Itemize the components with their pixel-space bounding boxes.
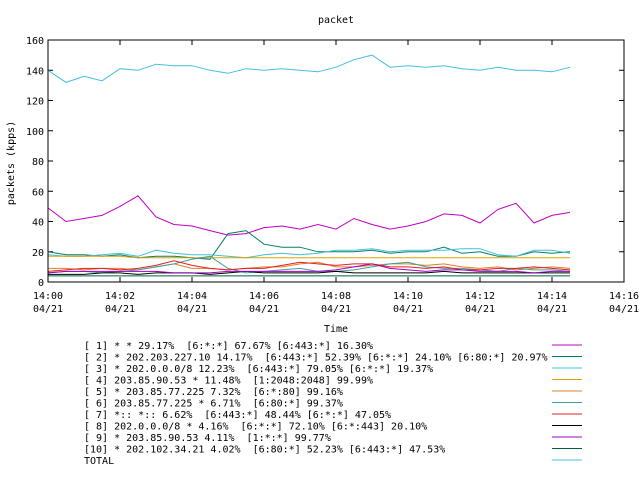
x-tick-time-label: 14:02 bbox=[105, 291, 135, 302]
legend-entry-label: [ 2] * 202.203.227.10 14.17% [6:443:*] 5… bbox=[84, 353, 548, 364]
x-tick-date-label: 04/21 bbox=[33, 304, 63, 315]
x-tick-time-label: 14:12 bbox=[465, 291, 495, 302]
y-tick-label: 100 bbox=[26, 127, 44, 138]
y-tick-label: 20 bbox=[32, 248, 44, 259]
series-line bbox=[47, 255, 571, 274]
series-line bbox=[47, 54, 571, 83]
x-tick-date-label: 04/21 bbox=[321, 304, 351, 315]
series-line bbox=[47, 263, 570, 274]
y-tick-label: 80 bbox=[32, 157, 44, 168]
legend-entry-label: [10] * 202.102.34.21 4.02% [6:80:*] 52.2… bbox=[84, 445, 445, 456]
legend: [ 1] * * 29.17% [6:*:*] 67.67% [6:443:*]… bbox=[84, 341, 582, 467]
x-tick-date-label: 04/21 bbox=[609, 304, 639, 315]
x-tick-time-label: 14:00 bbox=[33, 291, 63, 302]
x-tick-date-label: 04/21 bbox=[537, 304, 567, 315]
legend-entry-label: [ 4] 203.85.90.53 * 11.48% [1:2048:2048]… bbox=[84, 376, 373, 387]
x-tick-date-label: 04/21 bbox=[249, 304, 279, 315]
x-tick-time-label: 14:10 bbox=[393, 291, 423, 302]
legend-entry-label: [ 6] 203.85.77.225 * 6.71% [6:80:*] 99.3… bbox=[84, 399, 343, 410]
packet-chart: packet packets (kpps) Time 0 20 40 60 80 100 1… bbox=[6, 15, 639, 467]
plot-border bbox=[47, 39, 625, 283]
x-tick-labels: 14:00 04/21 14:02 04/21 14:04 04/21 14:06 04/21… bbox=[33, 291, 639, 315]
x-axis-label: Time bbox=[324, 324, 348, 335]
x-tick-time-label: 14:04 bbox=[177, 291, 207, 302]
y-tick-label: 120 bbox=[26, 97, 44, 108]
legend-entry-label: [ 9] * 203.85.90.53 4.11% [1:*:*] 99.77% bbox=[84, 433, 331, 444]
grid bbox=[47, 39, 625, 283]
x-tick-time-label: 14:06 bbox=[249, 291, 279, 302]
series-line bbox=[47, 230, 571, 260]
y-tick-label: 60 bbox=[32, 187, 44, 198]
x-tick-date-label: 04/21 bbox=[105, 304, 135, 315]
legend-entry-label: TOTAL bbox=[84, 456, 114, 467]
y-tick-label: 0 bbox=[38, 278, 44, 289]
x-tick-date-label: 04/21 bbox=[177, 304, 207, 315]
x-tick-date-label: 04/21 bbox=[465, 304, 495, 315]
x-tick-time-label: 14:08 bbox=[321, 291, 351, 302]
x-tick-date-label: 04/21 bbox=[393, 304, 423, 315]
y-tick-labels: 0 20 40 60 80 100 120 140 160 bbox=[26, 36, 44, 289]
y-axis-label: packets (kpps) bbox=[6, 121, 17, 205]
y-tick-label: 140 bbox=[26, 66, 44, 77]
y-tick-label: 160 bbox=[26, 36, 44, 47]
legend-entry-label: [ 1] * * 29.17% [6:*:*] 67.67% [6:443:*]… bbox=[84, 341, 373, 352]
chart-title: packet bbox=[318, 15, 354, 26]
x-tick-time-label: 14:16 bbox=[609, 291, 639, 302]
series-line bbox=[47, 195, 571, 236]
legend-entry-label: [ 8] 202.0.0.0/8 * 4.16% [6:*:*] 72.10% … bbox=[84, 422, 427, 433]
legend-entry-label: [ 5] * 203.85.77.225 7.32% [6:*:80] 99.1… bbox=[84, 387, 343, 398]
legend-entry-label: [ 7] *:: *:: 6.62% [6:443:*] 48.44% [6:*… bbox=[84, 410, 391, 421]
series-lines bbox=[47, 54, 571, 277]
series-line bbox=[48, 255, 570, 259]
legend-entry-label: [ 3] * 202.0.0.0/8 12.23% [6:443:*] 79.0… bbox=[84, 364, 433, 375]
x-tick-time-label: 14:14 bbox=[537, 291, 567, 302]
y-tick-label: 40 bbox=[32, 218, 44, 229]
